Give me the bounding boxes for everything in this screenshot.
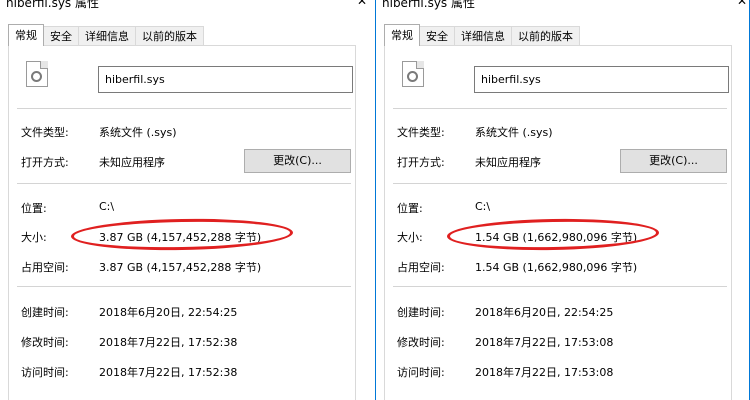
created-value: 2018年6月20日, 22:54:25 <box>99 306 238 319</box>
location-value: C:\ <box>475 200 491 213</box>
tab-security[interactable]: 安全 <box>43 26 79 46</box>
size-value: 1.54 GB (1,662,980,096 字节) <box>475 231 638 244</box>
filename-field[interactable]: hiberfil.sys <box>98 66 353 93</box>
title-bar[interactable]: hiberfil.sys 属性 ✕ <box>376 0 749 12</box>
file-type-value: 系统文件 (.sys) <box>475 126 553 139</box>
divider <box>17 108 351 109</box>
size-on-disk-value: 1.54 GB (1,662,980,096 字节) <box>475 261 638 274</box>
general-panel: hiberfil.sys 文件类型: 系统文件 (.sys) 打开方式: 未知应… <box>8 45 356 400</box>
created-label: 创建时间: <box>21 306 69 319</box>
general-panel: hiberfil.sys 文件类型: 系统文件 (.sys) 打开方式: 未知应… <box>384 45 732 400</box>
accessed-label: 访问时间: <box>397 366 445 379</box>
modified-value: 2018年7月22日, 17:52:38 <box>99 336 238 349</box>
size-on-disk-value: 3.87 GB (4,157,452,288 字节) <box>99 261 262 274</box>
divider <box>393 108 727 109</box>
modified-label: 修改时间: <box>21 336 69 349</box>
title-bar[interactable]: hiberfil.sys 属性 ✕ <box>0 0 369 12</box>
tab-previous-versions[interactable]: 以前的版本 <box>135 26 204 46</box>
tab-strip: 常规 安全 详细信息 以前的版本 <box>8 24 204 46</box>
size-value: 3.87 GB (4,157,452,288 字节) <box>99 231 262 244</box>
window-title: hiberfil.sys 属性 <box>6 0 100 10</box>
tab-details[interactable]: 详细信息 <box>454 26 512 46</box>
gear-icon <box>31 71 42 82</box>
size-label: 大小: <box>397 231 423 244</box>
system-file-icon <box>26 61 48 87</box>
created-label: 创建时间: <box>397 306 445 319</box>
open-with-value: 未知应用程序 <box>475 156 541 169</box>
file-type-label: 文件类型: <box>397 126 445 139</box>
size-label: 大小: <box>21 231 47 244</box>
location-label: 位置: <box>397 202 423 215</box>
filename-field[interactable]: hiberfil.sys <box>474 66 729 93</box>
accessed-label: 访问时间: <box>21 366 69 379</box>
system-file-icon <box>402 61 424 87</box>
properties-window-right: hiberfil.sys 属性 ✕ 常规 安全 详细信息 以前的版本 hiber… <box>375 0 750 400</box>
size-on-disk-label: 占用空间: <box>21 261 69 274</box>
modified-label: 修改时间: <box>397 336 445 349</box>
tab-previous-versions[interactable]: 以前的版本 <box>511 26 580 46</box>
size-on-disk-label: 占用空间: <box>397 261 445 274</box>
created-value: 2018年6月20日, 22:54:25 <box>475 306 614 319</box>
accessed-value: 2018年7月22日, 17:53:08 <box>475 366 614 379</box>
divider <box>17 183 351 184</box>
tab-general[interactable]: 常规 <box>384 24 420 46</box>
tab-general[interactable]: 常规 <box>8 24 44 46</box>
file-type-value: 系统文件 (.sys) <box>99 126 177 139</box>
divider <box>17 286 351 287</box>
modified-value: 2018年7月22日, 17:53:08 <box>475 336 614 349</box>
gear-icon <box>407 71 418 82</box>
change-button[interactable]: 更改(C)... <box>620 149 727 173</box>
accessed-value: 2018年7月22日, 17:52:38 <box>99 366 238 379</box>
divider <box>393 183 727 184</box>
properties-window-left: hiberfil.sys 属性 ✕ 常规 安全 详细信息 以前的版本 hiber… <box>0 0 370 400</box>
close-icon[interactable]: ✕ <box>737 0 747 8</box>
open-with-label: 打开方式: <box>397 156 445 169</box>
location-value: C:\ <box>99 200 115 213</box>
open-with-label: 打开方式: <box>21 156 69 169</box>
window-title: hiberfil.sys 属性 <box>382 0 476 10</box>
close-icon[interactable]: ✕ <box>357 0 367 8</box>
tab-security[interactable]: 安全 <box>419 26 455 46</box>
open-with-value: 未知应用程序 <box>99 156 165 169</box>
tab-strip: 常规 安全 详细信息 以前的版本 <box>384 24 580 46</box>
file-type-label: 文件类型: <box>21 126 69 139</box>
location-label: 位置: <box>21 202 47 215</box>
tab-details[interactable]: 详细信息 <box>78 26 136 46</box>
divider <box>393 286 727 287</box>
change-button[interactable]: 更改(C)... <box>244 149 351 173</box>
